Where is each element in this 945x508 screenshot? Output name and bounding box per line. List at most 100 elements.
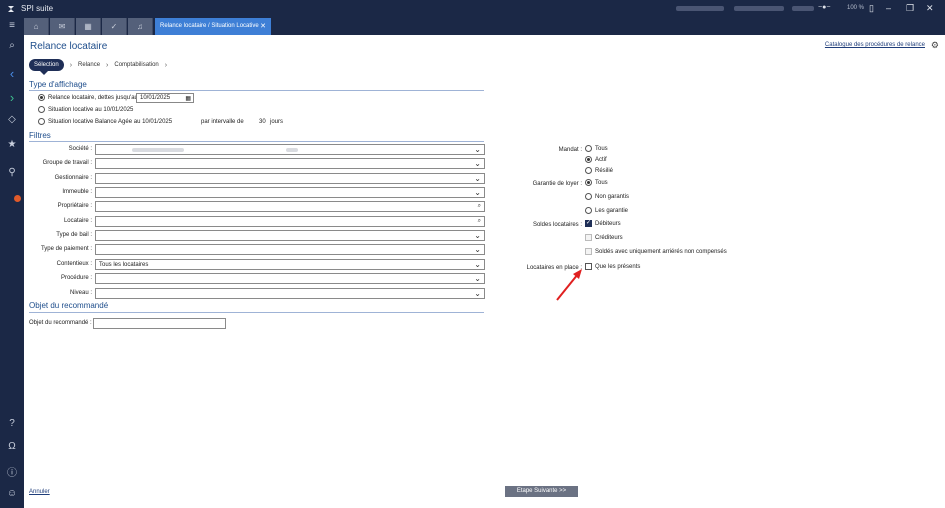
radio-garantie-tous[interactable] bbox=[585, 179, 592, 186]
home-icon[interactable]: ⌂ bbox=[24, 18, 49, 35]
calendar-icon[interactable]: ▦ bbox=[76, 18, 101, 35]
societe-select[interactable]: ⌄ bbox=[95, 144, 485, 155]
main-panel: Relance locataire Catalogue des procédur… bbox=[24, 35, 945, 508]
zoom-slider[interactable]: −●− bbox=[818, 4, 830, 11]
immeuble-select[interactable]: ⌄ bbox=[95, 187, 485, 198]
zoom-level: 100 % bbox=[847, 5, 865, 11]
mandat-tous-label: Tous bbox=[595, 146, 608, 152]
niveau-select[interactable]: ⌄ bbox=[95, 288, 485, 299]
menu-icon[interactable]: ≡ bbox=[4, 20, 20, 34]
locataire-search[interactable]: ⌕ bbox=[95, 216, 485, 227]
radio-situation-locative[interactable] bbox=[38, 106, 45, 113]
close-tab-icon[interactable]: ✕ bbox=[260, 22, 266, 30]
mail-icon[interactable]: ✉ bbox=[50, 18, 75, 35]
radio-relance-locataire[interactable] bbox=[38, 94, 45, 101]
step-comptabilisation[interactable]: Comptabilisation bbox=[114, 62, 158, 68]
radio-mandat-resilie[interactable] bbox=[585, 167, 592, 174]
headset-icon[interactable]: Ω bbox=[4, 441, 20, 455]
bell-icon[interactable]: ♫ bbox=[128, 18, 153, 35]
breadcrumb: Sélection › Relance › Comptabilisation › bbox=[29, 58, 167, 75]
date-input[interactable]: 10/01/2025 ▦ bbox=[136, 93, 194, 103]
societe-value-blurred bbox=[132, 148, 184, 152]
back-arrow-icon[interactable]: ‹ bbox=[4, 66, 20, 81]
garantie-tous-label: Tous bbox=[595, 180, 608, 186]
type-paiement-select[interactable]: ⌄ bbox=[95, 244, 485, 255]
chevron-down-icon: ⌄ bbox=[474, 174, 481, 183]
search-icon[interactable]: ⌕ bbox=[4, 40, 20, 54]
label-locataire: Locataire : bbox=[63, 218, 92, 224]
chevron-down-icon: ⌄ bbox=[474, 159, 481, 168]
code-icon[interactable]: ◇ bbox=[4, 114, 20, 128]
procedure-select[interactable]: ⌄ bbox=[95, 273, 485, 284]
label-immeuble: Immeuble : bbox=[62, 189, 92, 195]
app-title: SPI suite bbox=[21, 4, 54, 13]
gestionnaire-select[interactable]: ⌄ bbox=[95, 173, 485, 184]
search-icon[interactable]: ⌕ bbox=[478, 203, 481, 210]
catalog-link[interactable]: Catalogue des procédures de relance bbox=[825, 42, 925, 48]
label-gestionnaire: Gestionnaire : bbox=[54, 175, 92, 181]
opt-balance-label: Situation locative Balance Agée au 10/01… bbox=[48, 119, 173, 125]
section-filtres: Filtres bbox=[29, 131, 51, 140]
page-title: Relance locataire bbox=[30, 41, 108, 52]
proprietaire-search[interactable]: ⌕ bbox=[95, 201, 485, 212]
garantie-non-label: Non garantis bbox=[595, 194, 630, 200]
close-window-icon[interactable]: ✕ bbox=[926, 3, 934, 14]
divider bbox=[29, 312, 484, 313]
radio-garantie-non[interactable] bbox=[585, 193, 592, 200]
app-logo-icon bbox=[8, 6, 14, 12]
help-icon[interactable]: ? bbox=[4, 418, 20, 432]
label-procedure: Procédure : bbox=[60, 275, 92, 281]
mandat-actif-label: Actif bbox=[595, 157, 607, 163]
info-icon[interactable]: ⓘ bbox=[4, 464, 20, 479]
crediteurs-label: Créditeurs bbox=[595, 235, 623, 241]
que-les-presents-label: Que les présents bbox=[595, 264, 641, 270]
type-bail-select[interactable]: ⌄ bbox=[95, 230, 485, 241]
minimize-icon[interactable]: – bbox=[886, 3, 891, 13]
chevron-down-icon: ⌄ bbox=[474, 245, 481, 254]
debiteurs-label: Débiteurs bbox=[595, 221, 621, 227]
radio-mandat-actif[interactable] bbox=[585, 156, 592, 163]
garantie-les-label: Les garantie bbox=[595, 208, 629, 214]
check-icon[interactable]: ✓ bbox=[102, 18, 127, 35]
maximize-icon[interactable]: ❐ bbox=[906, 3, 914, 14]
document-icon[interactable]: ▯ bbox=[869, 3, 874, 14]
radio-mandat-tous[interactable] bbox=[585, 145, 592, 152]
checkbox-que-les-presents[interactable] bbox=[585, 263, 592, 270]
interval-unit: jours bbox=[270, 119, 284, 125]
forward-arrow-icon[interactable]: › bbox=[4, 90, 20, 105]
chevron-down-icon: ⌄ bbox=[474, 145, 481, 154]
radio-garantie-les[interactable] bbox=[585, 207, 592, 214]
next-step-button[interactable]: Etape Suivante >> bbox=[505, 486, 578, 497]
user-info-blurred bbox=[676, 6, 724, 11]
contentieux-select[interactable]: Tous les locataires ⌄ bbox=[95, 259, 485, 270]
calendar-picker-icon[interactable]: ▦ bbox=[185, 95, 191, 102]
groupe-travail-select[interactable]: ⌄ bbox=[95, 158, 485, 169]
radio-balance-agee[interactable] bbox=[38, 118, 45, 125]
soldes-arrieres-label: Soldés avec uniquement arriérés non comp… bbox=[595, 249, 727, 255]
label-proprietaire: Propriétaire : bbox=[57, 203, 92, 209]
cancel-link[interactable]: Annuler bbox=[29, 489, 50, 495]
divider bbox=[29, 141, 484, 142]
checkbox-soldes-arrieres[interactable] bbox=[585, 248, 592, 255]
search-icon[interactable]: ⌕ bbox=[478, 218, 481, 225]
tab-label: Relance locataire / Situation Locative bbox=[160, 23, 259, 29]
interval-value[interactable]: 30 bbox=[259, 119, 266, 125]
label-groupe-travail: Groupe de travail : bbox=[42, 160, 92, 166]
notification-icon[interactable]: ⚲ bbox=[4, 167, 20, 181]
user-icon[interactable]: ☺ bbox=[4, 488, 20, 502]
opt-relance-label: Relance locataire, dettes jusqu'au bbox=[48, 95, 138, 101]
objet-input[interactable] bbox=[93, 318, 226, 329]
mandat-resilie-label: Résilié bbox=[595, 168, 614, 174]
star-icon[interactable]: ★ bbox=[4, 139, 20, 153]
step-relance[interactable]: Relance bbox=[78, 62, 100, 68]
tab-relance-locataire[interactable]: Relance locataire / Situation Locative ✕ bbox=[155, 18, 271, 35]
checkbox-crediteurs[interactable] bbox=[585, 234, 592, 241]
gear-icon[interactable]: ⚙ bbox=[931, 40, 939, 51]
step-selection[interactable]: Sélection bbox=[29, 59, 64, 75]
chevron-down-icon: ⌄ bbox=[474, 274, 481, 283]
label-contentieux: Contentieux : bbox=[56, 261, 92, 267]
label-mandat: Mandat : bbox=[558, 147, 582, 153]
checkbox-debiteurs[interactable] bbox=[585, 219, 592, 227]
section-objet: Objet du recommandé bbox=[29, 301, 109, 310]
chevron-down-icon: ⌄ bbox=[474, 289, 481, 298]
